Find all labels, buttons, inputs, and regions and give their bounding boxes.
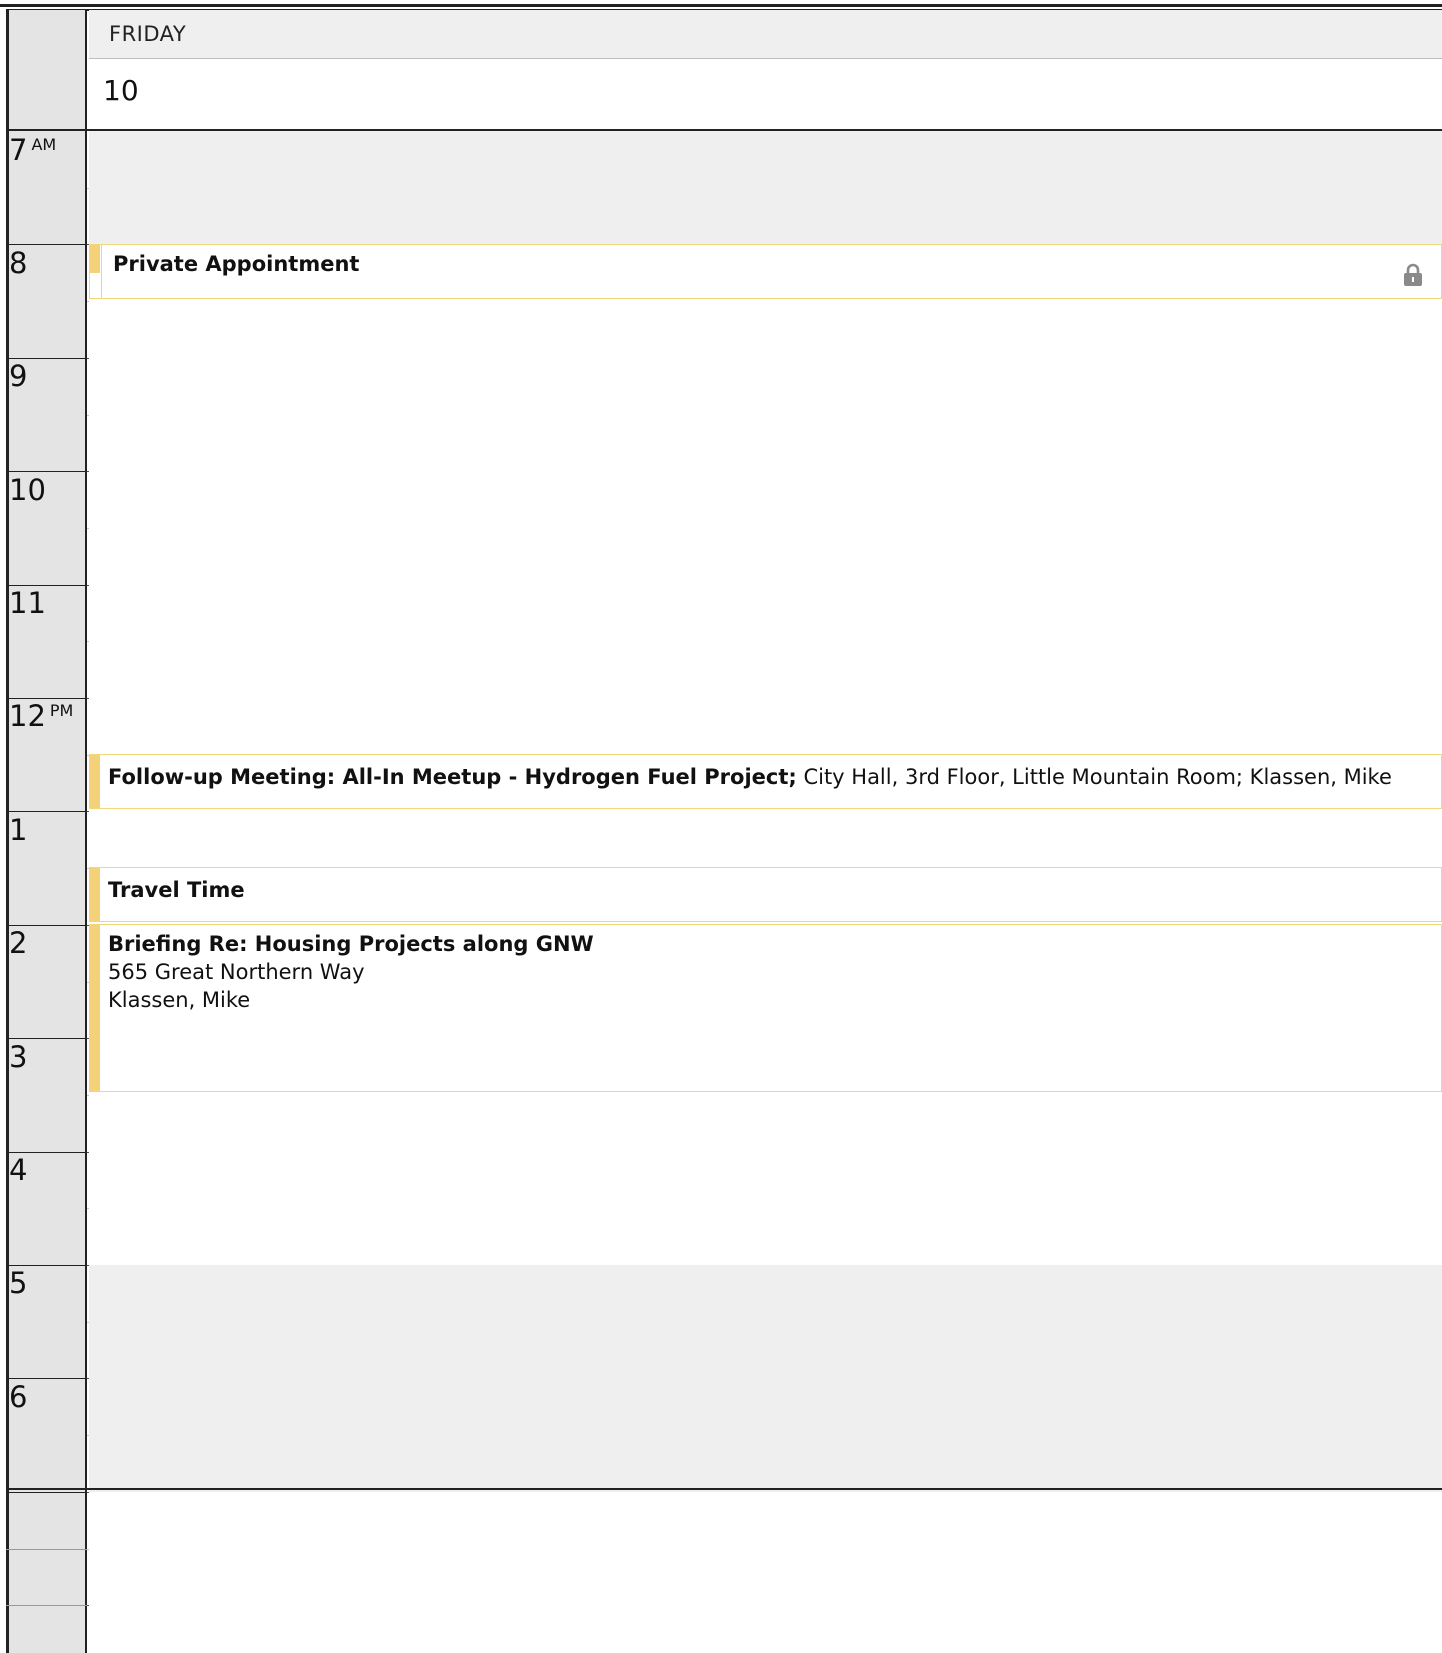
event-location: 565 Great Northern Way [108, 960, 365, 984]
time-slot[interactable] [89, 1208, 1442, 1265]
hour-label-10: 10 [9, 473, 46, 507]
event-color-bar [90, 755, 100, 808]
event-color-bar [90, 245, 100, 273]
day-name: FRIDAY [109, 22, 187, 46]
time-slot[interactable] [89, 301, 1442, 358]
event-title: Briefing Re: Housing Projects along GNW [108, 932, 594, 956]
time-slot[interactable] [89, 698, 1442, 755]
hour-label-2: 2 [9, 926, 28, 960]
event-private-appointment[interactable]: Private Appointment [89, 244, 1442, 299]
event-summary: Follow-up Meeting: All-In Meetup - Hydro… [108, 765, 1392, 789]
event-travel-time[interactable]: Travel Time [89, 867, 1442, 922]
hour-label-5: 5 [9, 1266, 28, 1300]
time-slot[interactable] [89, 1321, 1442, 1379]
time-slot[interactable] [89, 584, 1442, 642]
hour-label-8: 8 [9, 246, 28, 280]
time-slot[interactable] [89, 1548, 1442, 1606]
time-slot[interactable] [89, 641, 1442, 698]
time-slot[interactable] [89, 131, 1442, 188]
gutter-gridline [6, 1605, 87, 1607]
day-number: 10 [103, 74, 139, 107]
event-color-bar [90, 868, 100, 921]
hour-label-11: 11 [9, 586, 46, 620]
event-color-bar [90, 925, 100, 1091]
event-organizer: Klassen, Mike [108, 988, 251, 1012]
time-slot[interactable] [89, 187, 1442, 245]
time-slot[interactable] [89, 414, 1442, 472]
time-slot[interactable] [89, 811, 1442, 869]
hour-label-12pm: 12 PM [9, 699, 74, 733]
time-slot[interactable] [89, 1491, 1442, 1549]
time-slot[interactable] [89, 1435, 1442, 1492]
event-briefing-housing[interactable]: Briefing Re: Housing Projects along GNW … [89, 924, 1442, 1092]
hour-label-1: 1 [9, 813, 28, 847]
time-slot[interactable] [89, 471, 1442, 528]
hour-label-6: 6 [9, 1380, 28, 1414]
top-border [0, 0, 1442, 7]
day-number-header[interactable]: 10 [89, 60, 1442, 130]
time-slot[interactable] [89, 357, 1442, 415]
after-hours-separator [6, 1488, 1442, 1490]
gutter-hour-gridline [6, 1491, 87, 1493]
day-name-header[interactable]: FRIDAY [89, 10, 1442, 59]
event-followup-meeting[interactable]: Follow-up Meeting: All-In Meetup - Hydro… [89, 754, 1442, 809]
time-slot[interactable] [89, 1094, 1442, 1152]
event-title: Follow-up Meeting: All-In Meetup - Hydro… [108, 765, 797, 789]
event-title: Private Appointment [113, 252, 360, 276]
event-details: City Hall, 3rd Floor, Little Mountain Ro… [796, 765, 1392, 789]
gutter-gridline [6, 1548, 87, 1550]
hour-label-3: 3 [9, 1040, 28, 1074]
calendar-day-view: FRIDAY 10 7 AM 8 9 10 11 12 PM 1 2 3 4 5 6… [0, 0, 1442, 1653]
lock-icon [1404, 263, 1422, 286]
time-slot[interactable] [89, 1265, 1442, 1322]
time-slot[interactable] [89, 1151, 1442, 1209]
time-slot[interactable] [89, 1378, 1442, 1436]
hour-label-9: 9 [9, 359, 28, 393]
event-title: Travel Time [108, 878, 245, 902]
time-slot[interactable] [89, 527, 1442, 585]
hour-label-7am: 7 AM [9, 133, 57, 167]
time-slot[interactable] [89, 1605, 1442, 1653]
hour-label-4: 4 [9, 1153, 28, 1187]
